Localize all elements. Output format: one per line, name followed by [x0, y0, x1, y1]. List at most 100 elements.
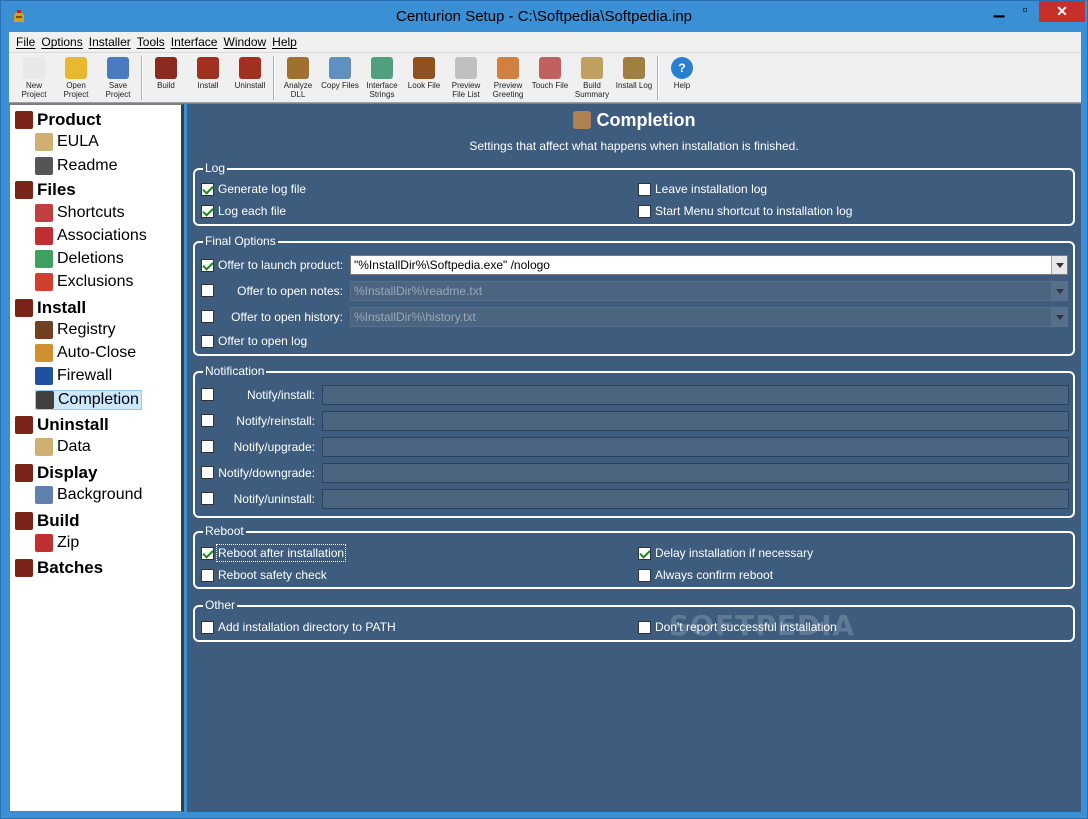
notify-text-field[interactable] [322, 411, 1069, 431]
offer-open-history-label: Offer to open history: [231, 310, 343, 324]
chevron-down-icon[interactable] [1051, 282, 1067, 300]
offer-open-notes-checkbox[interactable] [201, 284, 218, 297]
menu-installer[interactable]: Installer [86, 35, 134, 49]
checkbox-box[interactable] [201, 414, 214, 427]
leave-installation-log-checkbox[interactable]: Leave installation log [638, 182, 767, 196]
toolbar-button-preview-greeting[interactable]: Preview Greeting [487, 53, 529, 103]
checkbox-box[interactable] [201, 258, 214, 272]
tree-item-deletions[interactable]: Deletions [35, 250, 124, 268]
checkbox-box[interactable] [201, 546, 214, 560]
help-icon: ? [671, 57, 693, 79]
chevron-down-icon[interactable] [1051, 256, 1067, 274]
menu-window[interactable]: Window [220, 35, 269, 49]
tree-item-files[interactable]: Files [15, 180, 76, 200]
zip-icon [35, 534, 53, 552]
launch-product-combo[interactable]: "%InstallDir%\Softpedia.exe" /nologo [350, 255, 1068, 275]
tree-item-auto-close[interactable]: Auto-Close [35, 344, 136, 362]
toolbar-button-install[interactable]: Install [187, 53, 229, 103]
tree-item-completion[interactable]: Completion [35, 390, 142, 410]
notify-checkbox[interactable] [201, 388, 218, 401]
toolbar-button-build-summary[interactable]: Build Summary [571, 53, 613, 103]
checkbox-box[interactable] [201, 182, 214, 196]
open-notes-combo[interactable]: %InstallDir%\readme.txt [350, 281, 1068, 301]
notify-text-field[interactable] [322, 489, 1069, 509]
toolbar-button-preview-file-list[interactable]: Preview File List [445, 53, 487, 103]
checkbox-box[interactable] [638, 204, 651, 218]
tree-item-associations[interactable]: Associations [35, 227, 147, 245]
checkbox-box[interactable] [201, 620, 214, 634]
toolbar-button-copy-files[interactable]: Copy Files [319, 53, 361, 103]
offer-open-history-checkbox[interactable] [201, 310, 218, 323]
toolbar-button-uninstall[interactable]: Uninstall [229, 53, 271, 103]
menu-file[interactable]: File [13, 35, 38, 49]
checkbox-box[interactable] [638, 568, 651, 582]
notify-checkbox[interactable] [201, 466, 218, 479]
add-to-path-checkbox[interactable]: Add installation directory to PATH [201, 620, 396, 634]
tree-item-firewall[interactable]: Firewall [35, 367, 112, 385]
toolbar-button-save-project[interactable]: Save Project [97, 53, 139, 103]
checkbox-box[interactable] [201, 568, 214, 582]
checkbox-box[interactable] [201, 284, 214, 297]
checkbox-box[interactable] [638, 546, 651, 560]
checkbox-box[interactable] [201, 492, 214, 505]
toolbar-button-build[interactable]: Build [145, 53, 187, 103]
toolbar-button-new-project[interactable]: New Project [13, 53, 55, 103]
tree-item-exclusions[interactable]: Exclusions [35, 273, 133, 291]
notify-text-field[interactable] [322, 437, 1069, 457]
notify-checkbox[interactable] [201, 414, 218, 427]
associations-icon [35, 227, 53, 245]
toolbar-button-help[interactable]: ? Help [661, 53, 703, 103]
toolbar-button-interface-strings[interactable]: Interface Strings [361, 53, 403, 103]
tree-item-registry[interactable]: Registry [35, 321, 116, 339]
checkbox-box[interactable] [201, 334, 214, 348]
close-button[interactable]: ✕ [1039, 1, 1085, 22]
checkbox-box[interactable] [201, 466, 214, 479]
tree-item-eula[interactable]: EULA [35, 133, 99, 151]
checkbox-box[interactable] [638, 182, 651, 196]
notify-text-field[interactable] [322, 463, 1069, 483]
notify-checkbox[interactable] [201, 440, 218, 453]
maximize-button[interactable]: ▫ [1013, 1, 1037, 23]
tree-item-readme[interactable]: Readme [35, 157, 117, 175]
notify-text-field[interactable] [322, 385, 1069, 405]
tree-item-install[interactable]: Install [15, 298, 86, 318]
chevron-down-icon[interactable] [1051, 308, 1067, 326]
tree-item-background[interactable]: Background [35, 486, 142, 504]
tree-item-display[interactable]: Display [15, 463, 97, 483]
tree-item-product[interactable]: Product [15, 110, 101, 130]
tree-item-shortcuts[interactable]: Shortcuts [35, 204, 125, 222]
menu-tools[interactable]: Tools [134, 35, 168, 49]
toolbar-button-open-project[interactable]: Open Project [55, 53, 97, 103]
generate-log-file-checkbox[interactable]: Generate log file [201, 182, 306, 196]
checkbox-box[interactable] [638, 620, 651, 634]
tree-item-uninstall[interactable]: Uninstall [15, 415, 109, 435]
tree-item-label: Install [37, 298, 87, 317]
toolbar-button-analyze-dll[interactable]: Analyze DLL [277, 53, 319, 103]
log-each-file-checkbox[interactable]: Log each file [201, 204, 286, 218]
offer-launch-product-checkbox[interactable]: Offer to launch product: [201, 258, 343, 272]
toolbar: New Project Open Project Save Project Build… [9, 52, 1081, 103]
tree-item-zip[interactable]: Zip [35, 534, 79, 552]
delay-installation-checkbox[interactable]: Delay installation if necessary [638, 546, 813, 560]
reboot-safety-check-checkbox[interactable]: Reboot safety check [201, 568, 327, 582]
tree-item-build[interactable]: Build [15, 511, 80, 531]
tree-item-data[interactable]: Data [35, 438, 91, 456]
offer-open-log-checkbox[interactable]: Offer to open log [201, 334, 307, 348]
checkbox-box[interactable] [201, 388, 214, 401]
toolbar-button-install-log[interactable]: Install Log [613, 53, 655, 103]
notify-checkbox[interactable] [201, 492, 218, 505]
toolbar-button-touch-file[interactable]: Touch File [529, 53, 571, 103]
minimize-button[interactable]: ▁ [987, 1, 1011, 23]
open-history-combo[interactable]: %InstallDir%\history.txt [350, 307, 1068, 327]
reboot-after-installation-checkbox[interactable]: Reboot after installation [201, 544, 347, 562]
toolbar-button-look-file[interactable]: Look File [403, 53, 445, 103]
menu-help[interactable]: Help [269, 35, 300, 49]
menu-interface[interactable]: Interface [168, 35, 221, 49]
checkbox-box[interactable] [201, 310, 214, 323]
menu-options[interactable]: Options [38, 35, 85, 49]
start-menu-shortcut-checkbox[interactable]: Start Menu shortcut to installation log [638, 204, 852, 218]
checkbox-box[interactable] [201, 440, 214, 453]
always-confirm-reboot-checkbox[interactable]: Always confirm reboot [638, 568, 773, 582]
checkbox-box[interactable] [201, 204, 214, 218]
tree-item-batches[interactable]: Batches [15, 558, 103, 578]
